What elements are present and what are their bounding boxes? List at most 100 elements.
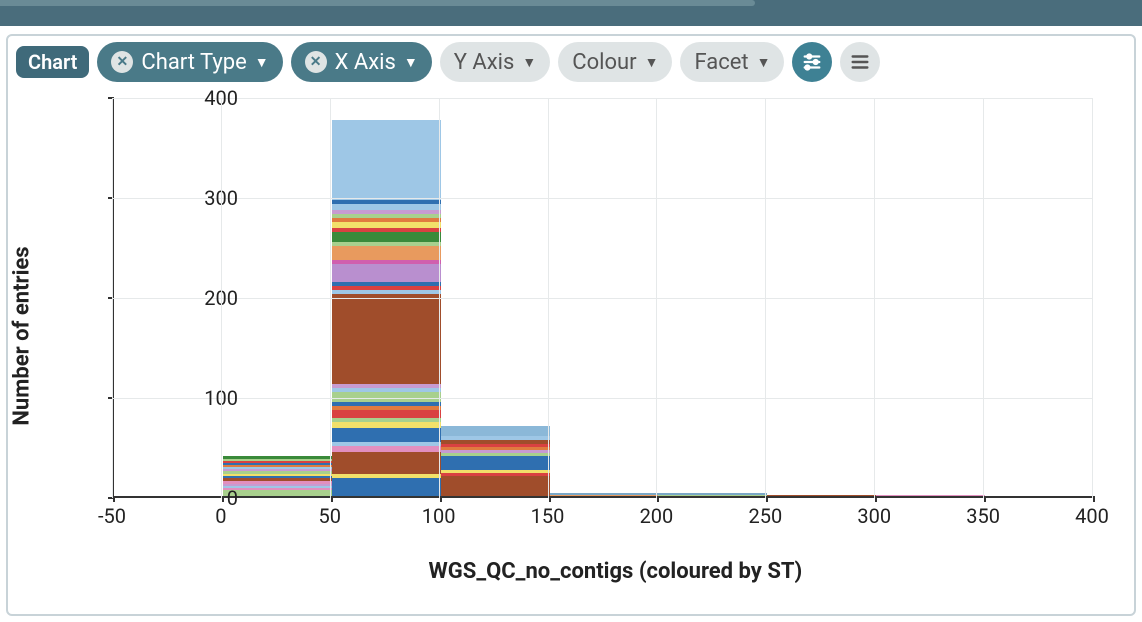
bar-segment <box>223 465 332 467</box>
x-tick-label: 0 <box>215 504 226 528</box>
bar-segment <box>332 410 441 418</box>
bar-segment <box>223 471 332 474</box>
bar-segment <box>441 436 550 440</box>
bar-segment <box>332 392 441 402</box>
gridline-h <box>112 198 1092 199</box>
header-accent <box>0 0 755 6</box>
chevron-down-icon: ▼ <box>522 54 536 71</box>
bar-segment <box>550 493 659 495</box>
sliders-icon <box>801 51 823 73</box>
gridline-v <box>439 98 440 498</box>
gridline-h <box>112 298 1092 299</box>
bar-segment <box>441 444 550 447</box>
x-axis-dropdown[interactable]: ✕ X Axis ▼ <box>291 42 432 82</box>
bar-segment <box>223 476 332 478</box>
y-axis-dropdown[interactable]: Y Axis ▼ <box>440 42 551 82</box>
bar-segment <box>332 428 441 442</box>
bar-segment <box>332 246 441 260</box>
bar-segment <box>223 456 332 459</box>
chart-panel: Chart ✕ Chart Type ▼ ✕ X Axis ▼ Y Axis ▼… <box>6 34 1136 616</box>
bar-segment <box>441 426 550 436</box>
bar-segment <box>332 218 441 222</box>
bar-segment <box>332 204 441 210</box>
x-tick-label: 150 <box>531 504 565 528</box>
chevron-down-icon: ▼ <box>645 54 659 71</box>
chart-area: Number of entries WGS_QC_no_contigs (col… <box>16 86 1126 586</box>
bar-segment <box>332 294 441 384</box>
bar-segment <box>223 459 332 461</box>
chart-toolbar: Chart ✕ Chart Type ▼ ✕ X Axis ▼ Y Axis ▼… <box>16 42 1126 82</box>
x-tick-mark <box>984 496 986 502</box>
bar-segment <box>332 478 441 496</box>
app-header-strip <box>0 0 1142 26</box>
bar-segment <box>223 490 332 496</box>
gridline-h <box>112 98 1092 99</box>
bar-segment <box>223 461 332 463</box>
bar-segment <box>441 476 550 496</box>
bar-segment <box>332 402 441 406</box>
menu-button[interactable] <box>840 42 880 82</box>
x-tick-mark <box>1093 496 1095 502</box>
bar-segment <box>550 495 659 497</box>
bar-segment <box>332 242 441 246</box>
x-axis-title: WGS_QC_no_contigs (coloured by ST) <box>429 559 803 584</box>
bar-segment <box>441 456 550 470</box>
bar-segment <box>332 282 441 286</box>
histogram-bar[interactable] <box>223 456 332 496</box>
clear-icon[interactable]: ✕ <box>305 51 327 73</box>
histogram-bar[interactable] <box>767 495 876 496</box>
y-tick-label: 0 <box>188 486 238 510</box>
gridline-v <box>765 98 766 498</box>
x-tick-label: 100 <box>422 504 456 528</box>
histogram-bar[interactable] <box>332 116 441 496</box>
bar-segment <box>332 406 441 410</box>
panel-tag: Chart <box>16 46 89 78</box>
histogram-bar[interactable] <box>876 495 985 496</box>
bar-segment <box>223 478 332 481</box>
bar-segment <box>658 493 767 495</box>
bar-segment <box>332 388 441 392</box>
bar-segment <box>441 473 550 476</box>
bar-segment <box>332 422 441 428</box>
gridline-v <box>656 98 657 498</box>
gridline-v <box>983 98 984 498</box>
x-tick-label: 400 <box>1075 504 1109 528</box>
bar-segment <box>332 120 441 200</box>
bar-segment <box>223 469 332 471</box>
histogram-bar[interactable] <box>658 493 767 496</box>
x-tick-mark <box>331 496 333 502</box>
bar-segment <box>332 286 441 290</box>
y-tick-label: 300 <box>188 186 238 210</box>
bar-segment <box>658 495 767 497</box>
chart-type-dropdown[interactable]: ✕ Chart Type ▼ <box>97 42 282 82</box>
bar-segment <box>332 200 441 204</box>
x-tick-label: 250 <box>748 504 782 528</box>
bar-segment <box>441 450 550 453</box>
gridline-v <box>221 98 222 498</box>
bar-segment <box>223 484 332 486</box>
x-axis-label: X Axis <box>335 50 396 75</box>
clear-icon[interactable]: ✕ <box>111 51 133 73</box>
bar-segment <box>441 440 550 444</box>
bar-segment <box>332 214 441 218</box>
bar-segment <box>223 467 332 469</box>
bar-segment <box>441 453 550 456</box>
facet-dropdown[interactable]: Facet ▼ <box>680 42 784 82</box>
colour-dropdown[interactable]: Colour ▼ <box>558 42 672 82</box>
bar-segment <box>223 486 332 488</box>
bar-segment <box>332 384 441 388</box>
bar-segment <box>332 290 441 294</box>
bar-segment <box>441 470 550 473</box>
facet-label: Facet <box>694 50 748 75</box>
bar-segment <box>332 418 441 422</box>
x-tick-label: 50 <box>319 504 341 528</box>
settings-button[interactable] <box>792 42 832 82</box>
histogram-bar[interactable] <box>550 493 659 496</box>
chart-type-label: Chart Type <box>141 50 246 75</box>
bar-segment <box>223 463 332 465</box>
y-tick-label: 100 <box>188 386 238 410</box>
chevron-down-icon: ▼ <box>757 54 771 71</box>
gridline-v <box>112 98 113 498</box>
histogram-bar[interactable] <box>441 426 550 496</box>
x-tick-label: 200 <box>640 504 674 528</box>
